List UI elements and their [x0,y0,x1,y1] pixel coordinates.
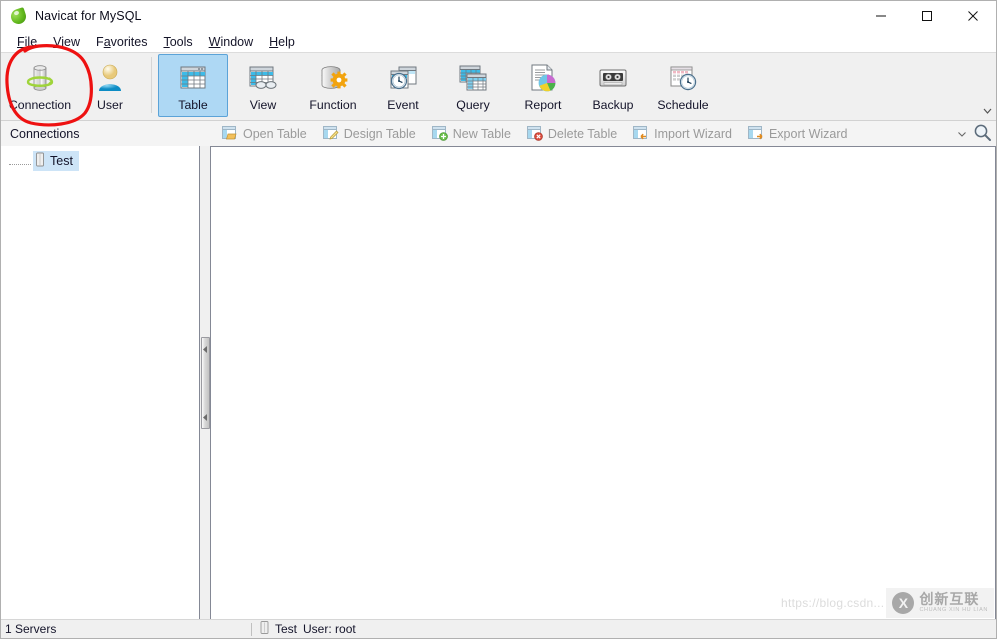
status-divider [251,622,252,636]
delete-table-label: Delete Table [547,126,618,141]
navicat-window: Navicat for MySQL File View Favorites Tools… [0,0,997,639]
export-wizard-label: Export Wizard [768,126,848,141]
status-user: User: root [303,622,356,636]
menu-item-favorites[interactable]: Favorites [89,33,156,51]
toolbar-separator [151,57,152,113]
toolbar-button-query[interactable]: Query [438,54,508,117]
close-icon[interactable] [950,1,996,31]
open-table-icon [222,126,238,142]
user-icon [93,61,127,95]
open-table-label: Open Table [243,126,307,141]
connections-sidebar: Test [1,146,200,620]
menu-item-window[interactable]: Window [202,33,262,51]
menu-bar: File View Favorites Tools Window Help [1,31,996,52]
tree-item-label: Test [50,154,73,168]
menu-item-tools[interactable]: Tools [156,33,201,51]
table-actions-group: Open Table Design Table New Table Delete… [206,123,855,145]
toolbar-button-event[interactable]: Event [368,54,438,117]
toolbar-button-report[interactable]: Report [508,54,578,117]
design-table-icon [322,126,339,142]
new-table-button[interactable]: New Table [424,123,519,145]
toolbar-label-schedule: Schedule [657,98,709,112]
toolbar-button-backup[interactable]: Backup [578,54,648,117]
new-table-icon [431,126,448,142]
table-icon [176,61,210,95]
toolbar-button-connection[interactable]: Connection [5,54,75,117]
export-wizard-icon [747,126,764,142]
connection-icon [23,61,57,95]
work-area: Test [1,146,996,620]
status-servers: 1 Servers [5,622,57,636]
main-toolbar: Connection User Table View Function Even… [1,52,996,121]
toolbar-label-backup: Backup [592,98,634,112]
delete-table-icon [526,126,543,142]
menu-item-view[interactable]: View [46,33,89,51]
toolbar-button-schedule[interactable]: Schedule [648,54,718,117]
status-database-server-icon [260,621,269,637]
toolbar-button-user[interactable]: User [75,54,145,117]
title-bar: Navicat for MySQL [1,1,996,31]
tree-connector [9,164,31,166]
function-icon [316,61,350,95]
splitter-collapse-up-icon[interactable] [202,342,208,356]
pane-splitter[interactable] [200,146,210,620]
status-bar: 1 Servers Test User: root [1,619,996,638]
maximize-icon[interactable] [904,1,950,31]
schedule-icon [666,61,700,95]
import-wizard-button[interactable]: Import Wizard [625,123,740,145]
backup-icon [596,61,630,95]
menu-item-file[interactable]: File [10,33,46,51]
import-wizard-label: Import Wizard [654,126,732,141]
tree-item-test[interactable]: Test [1,151,199,171]
toolbar-label-connection: Connection [8,98,72,112]
query-icon [456,61,490,95]
design-table-button[interactable]: Design Table [315,123,424,145]
status-connection-name: Test [275,622,298,636]
design-table-label: Design Table [343,126,416,141]
toolbar-label-table: Table [178,98,208,112]
connections-pane-title: Connections [10,126,80,141]
open-table-button[interactable]: Open Table [214,123,315,145]
toolbar-label-function: Function [309,98,357,112]
status-connection-group: Test User: root [260,621,356,637]
splitter-handle[interactable] [200,337,210,429]
import-wizard-icon [633,126,649,142]
window-title: Navicat for MySQL [35,9,142,23]
sub-toolbar-right [957,121,992,146]
export-wizard-button[interactable]: Export Wizard [740,123,856,145]
toolbar-label-report: Report [524,98,562,112]
menu-item-help[interactable]: Help [262,33,304,51]
database-server-icon [35,152,45,170]
navicat-leaf-icon [9,6,28,26]
toolbar-button-table[interactable]: Table [158,54,228,117]
minimize-icon[interactable] [858,1,904,31]
splitter-collapse-down-icon[interactable] [202,410,208,424]
delete-table-button[interactable]: Delete Table [519,123,625,145]
window-controls [858,1,996,31]
view-icon [246,61,280,95]
sub-toolbar: Connections Open Table Design Table New … [1,121,996,147]
toolbar-label-event: Event [387,98,419,112]
main-toolbar-chevron-down-icon[interactable] [982,104,993,118]
toolbar-button-view[interactable]: View [228,54,298,117]
search-icon[interactable] [973,123,992,145]
main-content-panel [210,146,996,620]
toolbar-label-query: Query [456,98,490,112]
new-table-label: New Table [452,126,511,141]
report-icon [526,61,560,95]
connections-tree: Test [1,146,199,171]
sub-toolbar-chevron-down-icon[interactable] [957,127,967,141]
event-icon [386,61,420,95]
toolbar-button-function[interactable]: Function [298,54,368,117]
toolbar-label-view: View [249,98,277,112]
toolbar-label-user: User [97,98,123,112]
